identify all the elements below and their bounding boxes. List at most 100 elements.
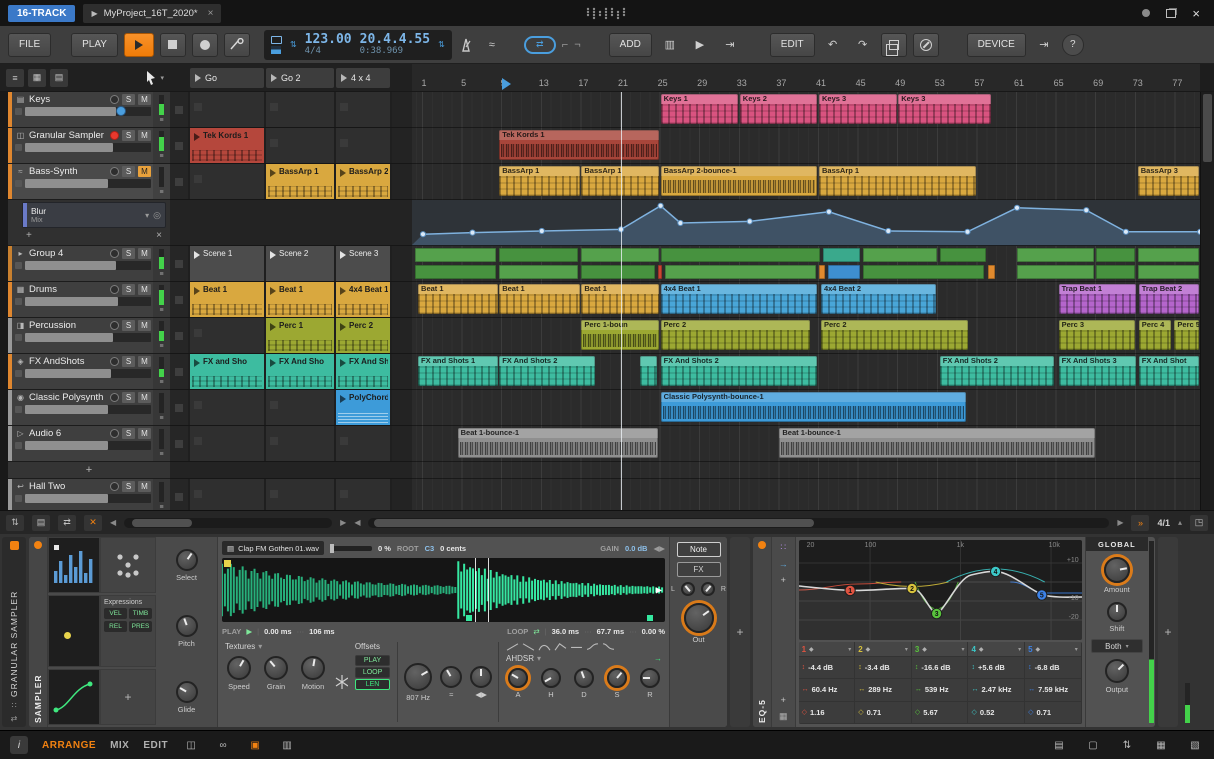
eq-band-3[interactable]: 3 ◆ ▾ ↕ -16.6 dB ↔ 539 Hz ◇ 5.67	[911, 642, 969, 724]
loop-length-value[interactable]: 67.7 ms	[597, 627, 625, 636]
add-track-button[interactable]: +	[8, 462, 170, 479]
window-restore-button[interactable]	[1166, 8, 1177, 18]
arranger-clip[interactable]: Perc 2	[820, 320, 968, 350]
xy-dot[interactable]	[64, 632, 71, 640]
arranger-lane[interactable]: Perc 1-boun Perc 2 Perc 2 Perc 3 Perc 4 Perc …	[412, 318, 1200, 354]
launcher-scrollbar-handle[interactable]	[132, 518, 193, 527]
band-q-row[interactable]: ◇ 5.67	[911, 702, 968, 724]
rail-swap-icon[interactable]: ⇄	[11, 714, 18, 723]
punch-out-icon[interactable]: ¬	[574, 39, 580, 51]
loop-marker-line2[interactable]	[487, 558, 489, 622]
track-header[interactable]: ▷ Audio 6 S M ≡	[8, 426, 170, 462]
loop-start-handle[interactable]	[465, 615, 472, 621]
select-knob[interactable]	[175, 548, 198, 571]
filter-freq-knob[interactable]	[404, 662, 433, 691]
arranger-clip[interactable]: Perc 5	[1174, 320, 1199, 350]
track-header[interactable]: ▸ Group 4 S M ≡	[8, 246, 170, 282]
clip-launcher-clip[interactable]: FX and Sho	[190, 354, 264, 389]
sampler-power-button[interactable]	[34, 541, 42, 549]
clip-launcher-slot[interactable]	[336, 479, 390, 510]
arranger-ruler[interactable]: 1 5 9 13 17 21 25 29 33 37 41 45 49 53 57 61 65 69 73 77	[412, 64, 1200, 91]
arranger-clip[interactable]: FX And Shot	[1138, 356, 1199, 386]
track-menu-icon[interactable]: ≡	[159, 189, 163, 196]
volume-slider[interactable]	[25, 494, 151, 503]
insert-device-icon[interactable]: ⇥	[1032, 38, 1056, 51]
clip-stop-button[interactable]	[170, 426, 188, 461]
list-view-icon[interactable]: ▤	[50, 68, 68, 87]
track-header[interactable]: ◫ Granular Sampler S M ≡	[8, 128, 170, 164]
mute-button[interactable]: M	[138, 320, 151, 331]
filter-shape-knob[interactable]	[440, 665, 463, 688]
arranger-clip[interactable]: Keys 1	[660, 94, 739, 124]
play-start-value[interactable]: 0.00 ms	[264, 627, 292, 636]
record-arm-button[interactable]	[110, 95, 119, 104]
song-position[interactable]: 20.4.4.55	[360, 33, 430, 47]
launcher-scroll-left-icon[interactable]: ◀	[110, 518, 116, 527]
clip-launcher-slot[interactable]	[266, 426, 334, 461]
stretch-slider-handle[interactable]	[329, 543, 334, 553]
volume-slider[interactable]	[25, 333, 151, 342]
play-menu-button[interactable]: PLAY	[71, 32, 118, 57]
clip-stop-button[interactable]	[170, 354, 188, 389]
clip-stop-button[interactable]	[170, 92, 188, 127]
env-knob-a[interactable]	[507, 668, 528, 688]
random-modulator[interactable]	[100, 537, 156, 593]
track-menu-icon[interactable]: ≡	[159, 451, 163, 458]
close-panels-icon[interactable]: ✕	[84, 514, 102, 531]
amount-knob[interactable]	[1103, 557, 1130, 583]
clip-launcher-clip[interactable]: BassArp 2	[336, 164, 390, 199]
arranger-clip[interactable]	[639, 356, 658, 386]
band-gain-row[interactable]: ↕ -4.4 dB	[798, 657, 855, 680]
clip-launcher-panel-icon[interactable]: ▣	[246, 737, 264, 753]
clip-launcher-clip[interactable]: Beat 1	[190, 282, 264, 317]
delete-button[interactable]	[912, 32, 939, 57]
track-header[interactable]: ◨ Percussion S M ≡	[8, 318, 170, 354]
window-close-button[interactable]: ×	[1192, 7, 1200, 20]
volume-slider[interactable]	[25, 441, 151, 450]
add-track-button[interactable]: ADD	[608, 32, 652, 57]
arranger-lane[interactable]: Keys 1 Keys 2 Keys 3 Keys 3	[412, 92, 1200, 128]
track-menu-icon[interactable]: ≡	[159, 415, 163, 422]
arranger-clip[interactable]: BassArp 3	[1137, 166, 1199, 196]
track-header[interactable]: ↩ Hall Two S M ≡	[8, 479, 170, 510]
edit-cursor-line[interactable]	[621, 92, 622, 510]
io-grid-icon[interactable]: ▦	[779, 711, 788, 722]
copy-button[interactable]	[880, 32, 907, 57]
envelope-shape-icon[interactable]	[506, 642, 519, 652]
sampler-device-title[interactable]: SAMPLER	[33, 552, 43, 723]
pan-left-knob[interactable]	[680, 582, 695, 596]
solo-button[interactable]: S	[122, 130, 135, 141]
add-device-slot[interactable]: +	[730, 537, 750, 727]
pitch-knob[interactable]	[175, 614, 198, 637]
scene-launch-button[interactable]: 4 x 4	[336, 67, 390, 88]
solo-button[interactable]: S	[122, 166, 135, 177]
device-chain-box[interactable]: Blur Mix ▾ ◎	[22, 202, 166, 228]
ahdsr-caret-icon[interactable]: ▾	[537, 654, 541, 663]
band-gain-row[interactable]: ↕ -3.4 dB	[855, 657, 911, 680]
undo-icon[interactable]: ↶	[821, 38, 845, 51]
launcher-scrollbar[interactable]	[124, 517, 333, 528]
clip-launcher-slot[interactable]	[336, 426, 390, 461]
arranger-clip[interactable]: Beat 1	[418, 284, 498, 314]
filter-freq-value[interactable]: 807 Hz	[406, 693, 430, 702]
env-knob-s[interactable]	[606, 668, 627, 688]
remove-device-button[interactable]: ×	[156, 230, 162, 242]
modulator-dots-icon[interactable]: ∷	[780, 542, 786, 553]
clip-launcher-clip[interactable]: 4x4 Beat 1	[336, 282, 390, 317]
continue-icon[interactable]: ⇥	[718, 38, 742, 51]
pre-roll-icon[interactable]: ≈	[480, 39, 504, 51]
routing-arrow-icon[interactable]: →	[779, 559, 788, 569]
link-views-icon[interactable]: ∞	[214, 737, 232, 753]
zoom-caret-icon[interactable]: ▴	[1178, 518, 1182, 527]
band-freq-row[interactable]: ↔ 289 Hz	[855, 679, 911, 702]
band-freq-row[interactable]: ↔ 539 Hz	[911, 679, 968, 702]
clip-launcher-slot[interactable]	[266, 479, 334, 510]
record-arm-button[interactable]	[110, 393, 119, 402]
sample-start-marker[interactable]	[224, 560, 231, 567]
arranger-clip[interactable]: Keys 3	[819, 94, 897, 124]
clip-stop-button[interactable]	[170, 318, 188, 353]
volume-slider[interactable]	[25, 106, 151, 116]
volume-slider[interactable]	[25, 179, 151, 188]
fx-tab[interactable]: FX	[676, 562, 721, 577]
arranger-lane[interactable]: Beat 1 Beat 1 Beat 1 4x4 Beat 1 4x4 Beat 2 Tr…	[412, 282, 1200, 318]
